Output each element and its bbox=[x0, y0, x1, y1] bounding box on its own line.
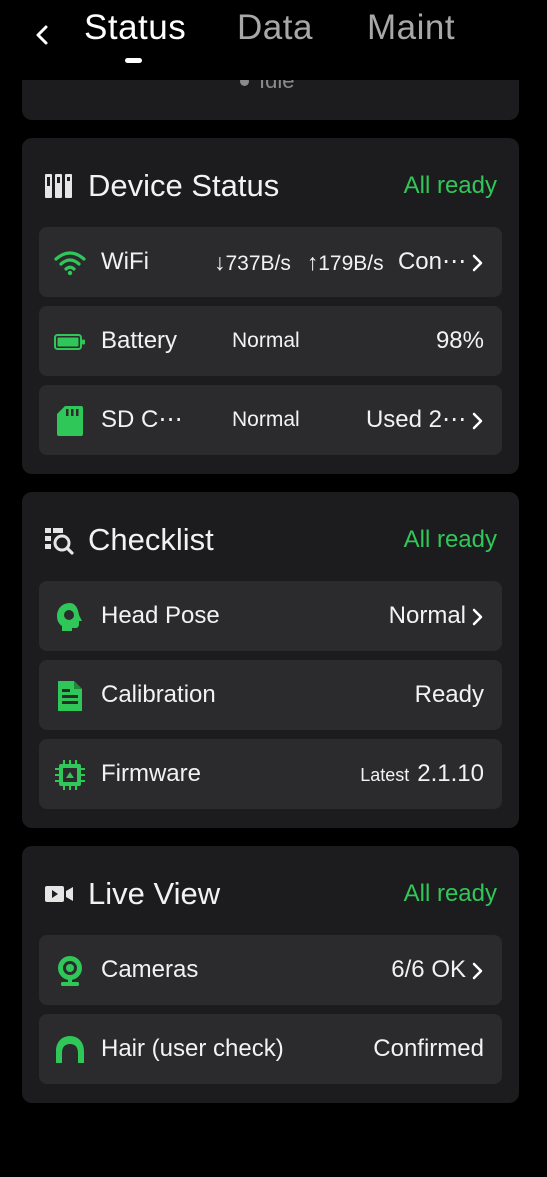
live-view-card: Live View All ready Cameras 6/6 OK Hair … bbox=[22, 846, 519, 1103]
wifi-label: WiFi bbox=[101, 248, 149, 275]
status-page: Idle Status Data Maint Device Status All… bbox=[0, 0, 547, 1177]
checklist-header: Checklist All ready bbox=[44, 516, 497, 564]
firmware-latest-tag: Latest bbox=[360, 765, 410, 785]
head-pose-label: Head Pose bbox=[101, 602, 220, 629]
calibration-value: Ready bbox=[414, 681, 484, 708]
cameras-row[interactable]: Cameras 6/6 OK bbox=[39, 935, 502, 1005]
firmware-value-group: Latest 2.1.10 bbox=[360, 739, 484, 809]
battery-icon bbox=[54, 326, 86, 358]
calibration-row: Calibration Ready bbox=[39, 660, 502, 730]
checklist-icon bbox=[44, 525, 74, 555]
live-view-icon bbox=[44, 879, 74, 909]
battery-state: Normal bbox=[232, 329, 300, 352]
checklist-card: Checklist All ready Head Pose Normal Cal… bbox=[22, 492, 519, 828]
tab-data[interactable]: Data bbox=[237, 6, 313, 50]
wifi-row[interactable]: WiFi ↓737B/s ↑179B/s Con⋯ bbox=[39, 227, 502, 297]
upload-arrow-icon: ↑ bbox=[306, 249, 319, 275]
active-tab-indicator bbox=[125, 58, 142, 63]
hair-icon bbox=[54, 1034, 86, 1066]
sd-card-label: SD C⋯ bbox=[101, 406, 183, 433]
wifi-speeds: ↓737B/s ↑179B/s bbox=[214, 227, 384, 297]
device-status-summary: All ready bbox=[403, 172, 497, 199]
cameras-label: Cameras bbox=[101, 956, 199, 983]
tab-status[interactable]: Status bbox=[84, 6, 186, 50]
back-button[interactable] bbox=[30, 18, 54, 52]
head-pose-icon bbox=[54, 601, 86, 633]
hair-value: Confirmed bbox=[373, 1035, 484, 1062]
firmware-label: Firmware bbox=[101, 760, 201, 787]
wifi-download-speed: 737B/s bbox=[225, 252, 291, 275]
wifi-icon bbox=[54, 247, 86, 279]
chevron-right-icon bbox=[472, 962, 483, 980]
chevron-right-icon bbox=[472, 412, 483, 430]
sd-card-state: Normal bbox=[232, 408, 300, 431]
sd-card-icon bbox=[54, 405, 86, 437]
device-status-title: Device Status bbox=[88, 168, 280, 203]
battery-row: Battery Normal 98% bbox=[39, 306, 502, 376]
device-status-card: Device Status All ready WiFi ↓737B/s ↑17… bbox=[22, 138, 519, 474]
firmware-version: 2.1.10 bbox=[417, 760, 484, 787]
wifi-upload-speed: 179B/s bbox=[318, 252, 384, 275]
checklist-summary: All ready bbox=[403, 526, 497, 553]
document-icon bbox=[54, 680, 86, 712]
live-view-summary: All ready bbox=[403, 880, 497, 907]
firmware-row: Firmware Latest 2.1.10 bbox=[39, 739, 502, 809]
sd-card-row[interactable]: SD C⋯ Normal Used 2⋯ bbox=[39, 385, 502, 455]
device-status-header: Device Status All ready bbox=[44, 162, 497, 210]
sd-card-value: Used 2⋯ bbox=[365, 406, 466, 433]
top-header: Status Data Maint bbox=[0, 0, 547, 80]
checklist-title: Checklist bbox=[88, 522, 214, 557]
device-status-icon bbox=[44, 171, 74, 201]
head-pose-row[interactable]: Head Pose Normal bbox=[39, 581, 502, 651]
chevron-right-icon bbox=[472, 254, 483, 272]
live-view-header: Live View All ready bbox=[44, 870, 497, 918]
battery-label: Battery bbox=[101, 327, 178, 354]
chip-icon bbox=[54, 759, 86, 791]
hair-row: Hair (user check) Confirmed bbox=[39, 1014, 502, 1084]
live-view-title: Live View bbox=[88, 876, 221, 911]
chevron-left-icon bbox=[36, 25, 48, 45]
chevron-right-icon bbox=[472, 608, 483, 626]
webcam-icon bbox=[54, 955, 86, 987]
tab-maint[interactable]: Maint bbox=[367, 6, 455, 50]
download-arrow-icon: ↓ bbox=[214, 249, 226, 275]
calibration-label: Calibration bbox=[101, 681, 216, 708]
hair-label: Hair (user check) bbox=[101, 1035, 284, 1062]
battery-value: 98% bbox=[435, 327, 484, 354]
